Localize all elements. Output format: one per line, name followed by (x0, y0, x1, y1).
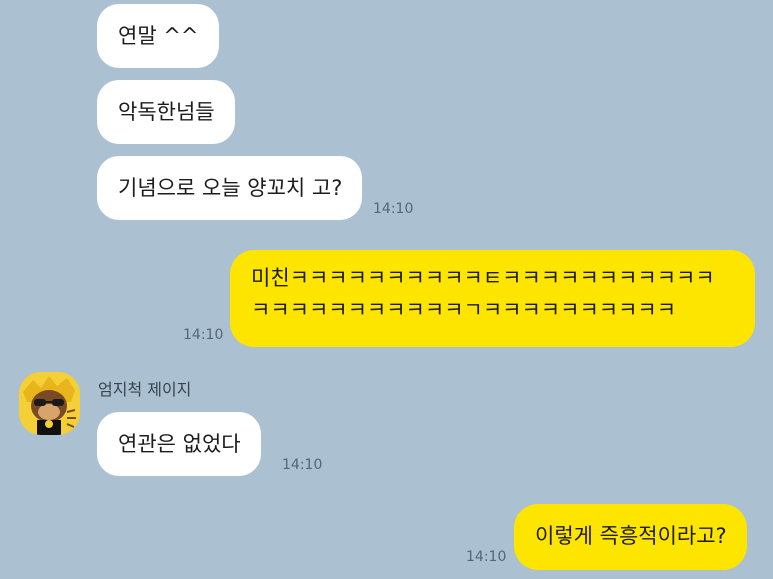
outgoing-message-bubble[interactable]: 이렇게 즉흥적이라고? (514, 504, 747, 570)
jay-g-character-avatar-icon (19, 372, 80, 435)
message-timestamp: 14:10 (373, 201, 414, 217)
sender-name: 엄지척 제이지 (98, 380, 192, 399)
message-timestamp: 14:10 (183, 327, 224, 343)
incoming-message-bubble[interactable]: 연관은 없었다 (97, 412, 261, 476)
incoming-message-bubble[interactable]: 연말 ^^ (97, 4, 219, 68)
message-timestamp: 14:10 (282, 457, 323, 473)
sender-avatar[interactable] (19, 372, 80, 435)
outgoing-message-bubble[interactable]: 미친ㅋㅋㅋㅋㅋㅋㅋㅋㅋㅋㅌㅋㅋㅋㅋㅋㅋㅋㅋㅋㅋㅋㅋㅋㅋㅋㅋㅋㅋㅋㅋㅋㅋㄱㅋㅋㅋㅋ… (230, 250, 755, 347)
incoming-message-bubble[interactable]: 악독한넘들 (97, 80, 235, 144)
incoming-message-bubble[interactable]: 기념으로 오늘 양꼬치 고? (97, 156, 363, 220)
message-timestamp: 14:10 (466, 549, 507, 565)
